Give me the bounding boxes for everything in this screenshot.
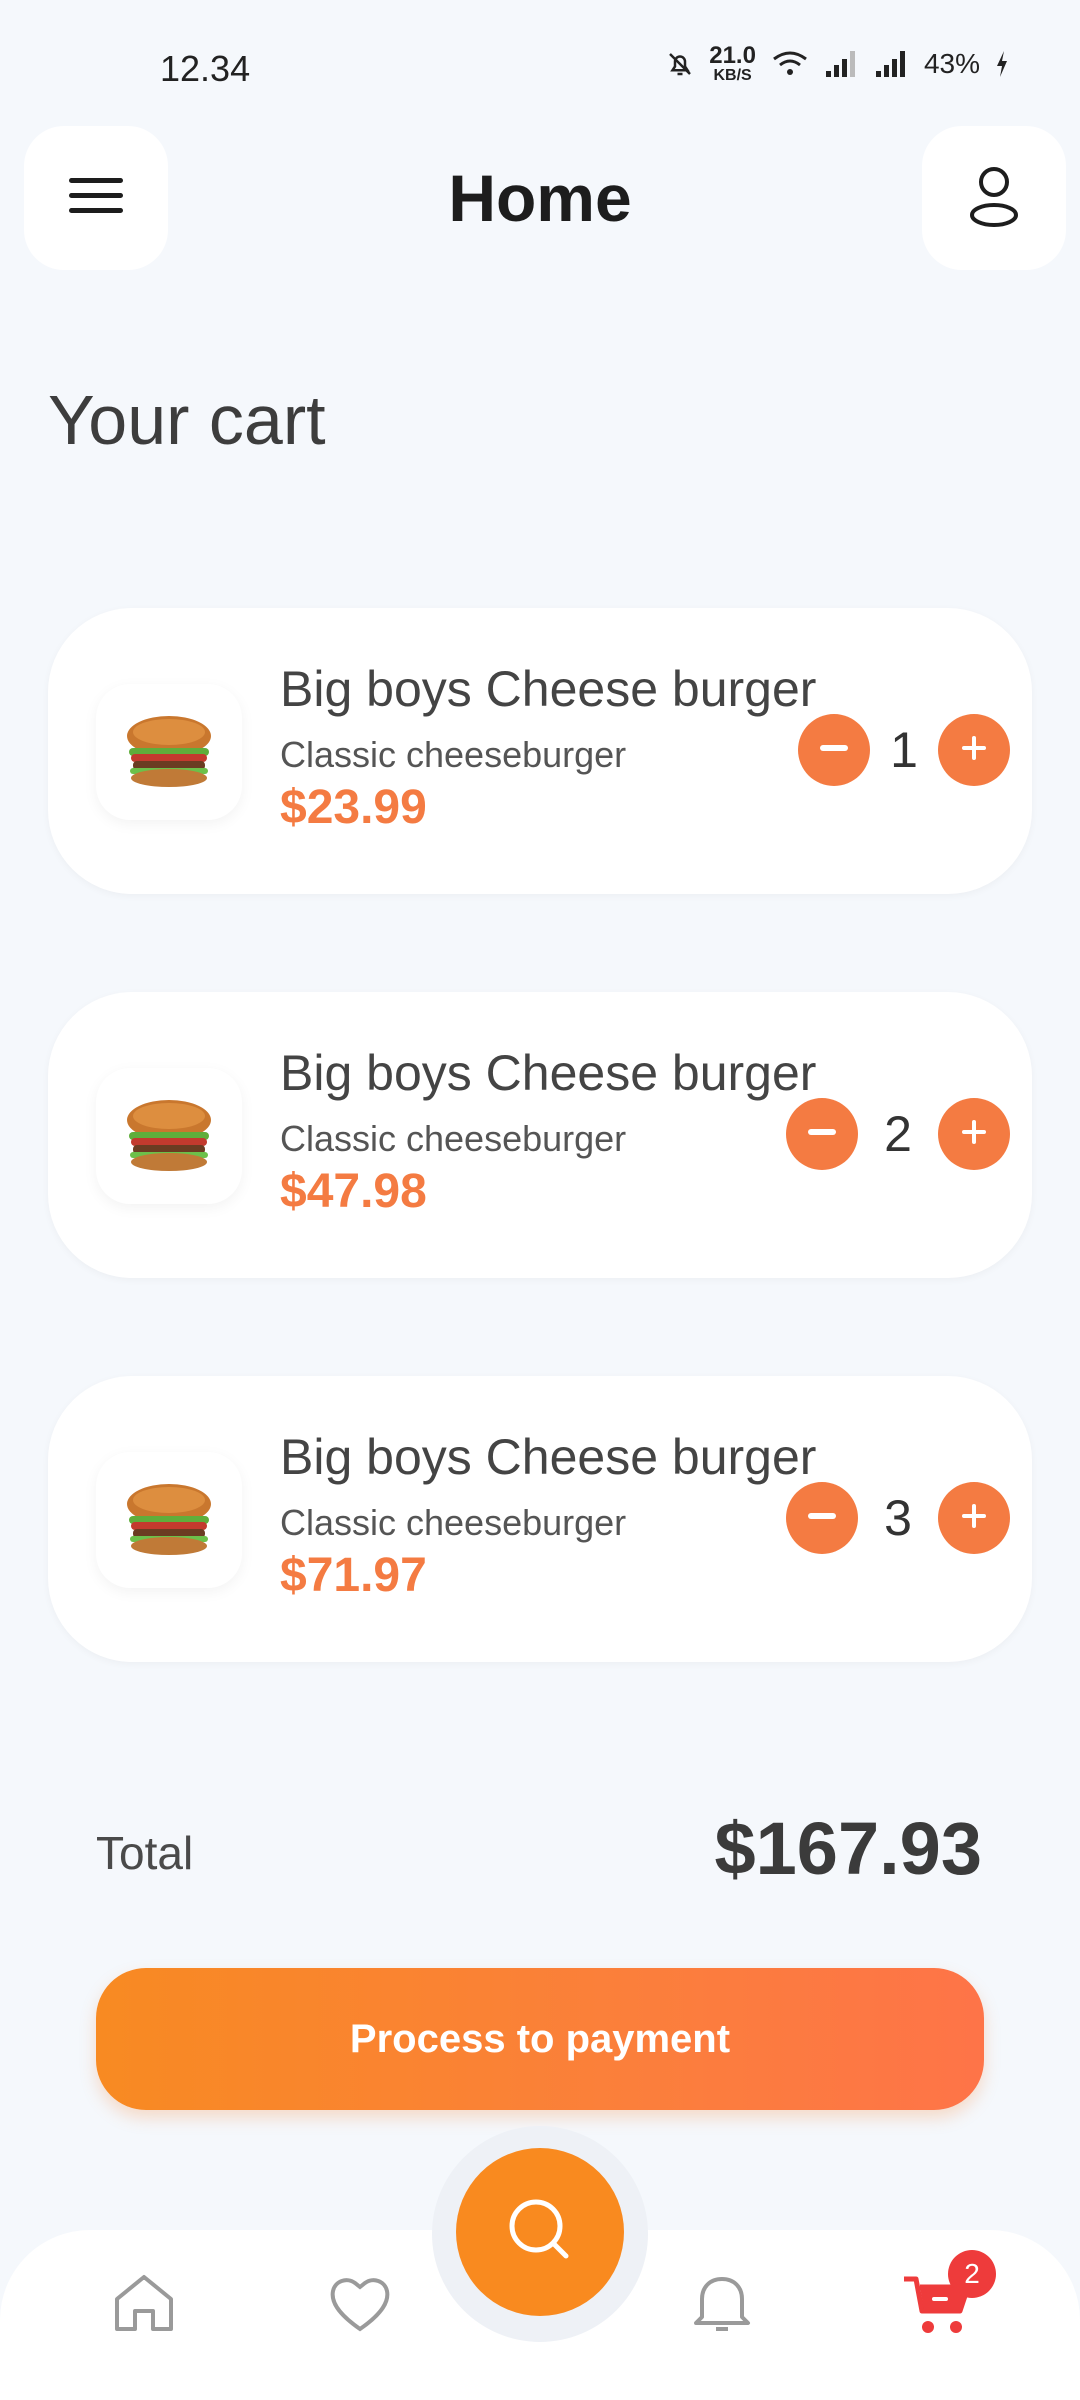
increase-quantity-button[interactable] <box>938 714 1010 786</box>
profile-button[interactable] <box>922 126 1066 270</box>
network-speed: 21.0 KB/S <box>709 42 756 84</box>
item-name: Big boys Cheese burger <box>280 661 817 717</box>
decrease-quantity-button[interactable] <box>786 1482 858 1554</box>
minus-icon <box>804 1114 840 1155</box>
status-time: 12.34 <box>160 48 251 89</box>
item-name: Big boys Cheese burger <box>280 1429 817 1485</box>
item-description: Classic cheeseburger <box>280 1502 627 1543</box>
quantity-value: 3 <box>884 1490 912 1546</box>
item-description: Classic cheeseburger <box>280 1118 627 1159</box>
signal-icon <box>824 49 860 79</box>
nav-notifications[interactable] <box>682 2266 762 2346</box>
signal-icon-2 <box>874 49 910 79</box>
increase-quantity-button[interactable] <box>938 1098 1010 1170</box>
quantity-value: 1 <box>890 722 918 778</box>
plus-icon <box>956 1498 992 1539</box>
nav-home[interactable] <box>104 2266 184 2346</box>
user-icon <box>966 164 1022 233</box>
item-description: Classic cheeseburger <box>280 734 627 775</box>
search-button[interactable] <box>456 2148 624 2316</box>
status-bar: 12.34 21.0 KB/S 43% <box>0 0 1080 130</box>
cart-item: Big boys Cheese burger Classic cheesebur… <box>48 1376 1032 1662</box>
plus-icon <box>956 730 992 771</box>
item-price: $47.98 <box>280 1165 427 1218</box>
cart-item: Big boys Cheese burger Classic cheesebur… <box>48 608 1032 894</box>
charging-icon <box>994 49 1010 79</box>
wifi-icon <box>770 49 810 79</box>
bell-icon <box>692 2271 752 2342</box>
search-icon <box>504 2194 576 2271</box>
page-title: Home <box>448 161 632 235</box>
burger-image <box>96 1068 242 1204</box>
decrease-quantity-button[interactable] <box>786 1098 858 1170</box>
heart-icon <box>327 2273 393 2340</box>
quantity-stepper: 3 <box>786 1482 1010 1554</box>
item-price: $71.97 <box>280 1549 427 1602</box>
plus-icon <box>956 1114 992 1155</box>
total-value: $167.93 <box>714 1807 983 1890</box>
item-name: Big boys Cheese burger <box>280 1045 817 1101</box>
cart-badge: 2 <box>948 2250 996 2298</box>
process-payment-button[interactable]: Process to payment <box>96 1968 984 2110</box>
cart-title: Your cart <box>48 381 326 459</box>
cart-item: Big boys Cheese burger Classic cheesebur… <box>48 992 1032 1278</box>
cart-screen: 12.34 21.0 KB/S 43% Home Your cart Big b… <box>0 0 1080 2400</box>
minus-icon <box>816 730 852 771</box>
burger-image <box>96 1452 242 1588</box>
mute-notification-icon <box>665 49 695 79</box>
minus-icon <box>804 1498 840 1539</box>
status-icons: 21.0 KB/S 43% <box>665 44 1010 84</box>
burger-image <box>96 684 242 820</box>
item-price: $23.99 <box>280 781 427 834</box>
quantity-value: 2 <box>884 1106 912 1162</box>
home-icon <box>111 2271 177 2342</box>
quantity-stepper: 1 <box>798 714 1010 786</box>
battery-level: 43% <box>923 48 980 79</box>
quantity-stepper: 2 <box>786 1098 1010 1170</box>
decrease-quantity-button[interactable] <box>798 714 870 786</box>
nav-favorites[interactable] <box>320 2266 400 2346</box>
increase-quantity-button[interactable] <box>938 1482 1010 1554</box>
total-label: Total <box>96 1827 194 1879</box>
